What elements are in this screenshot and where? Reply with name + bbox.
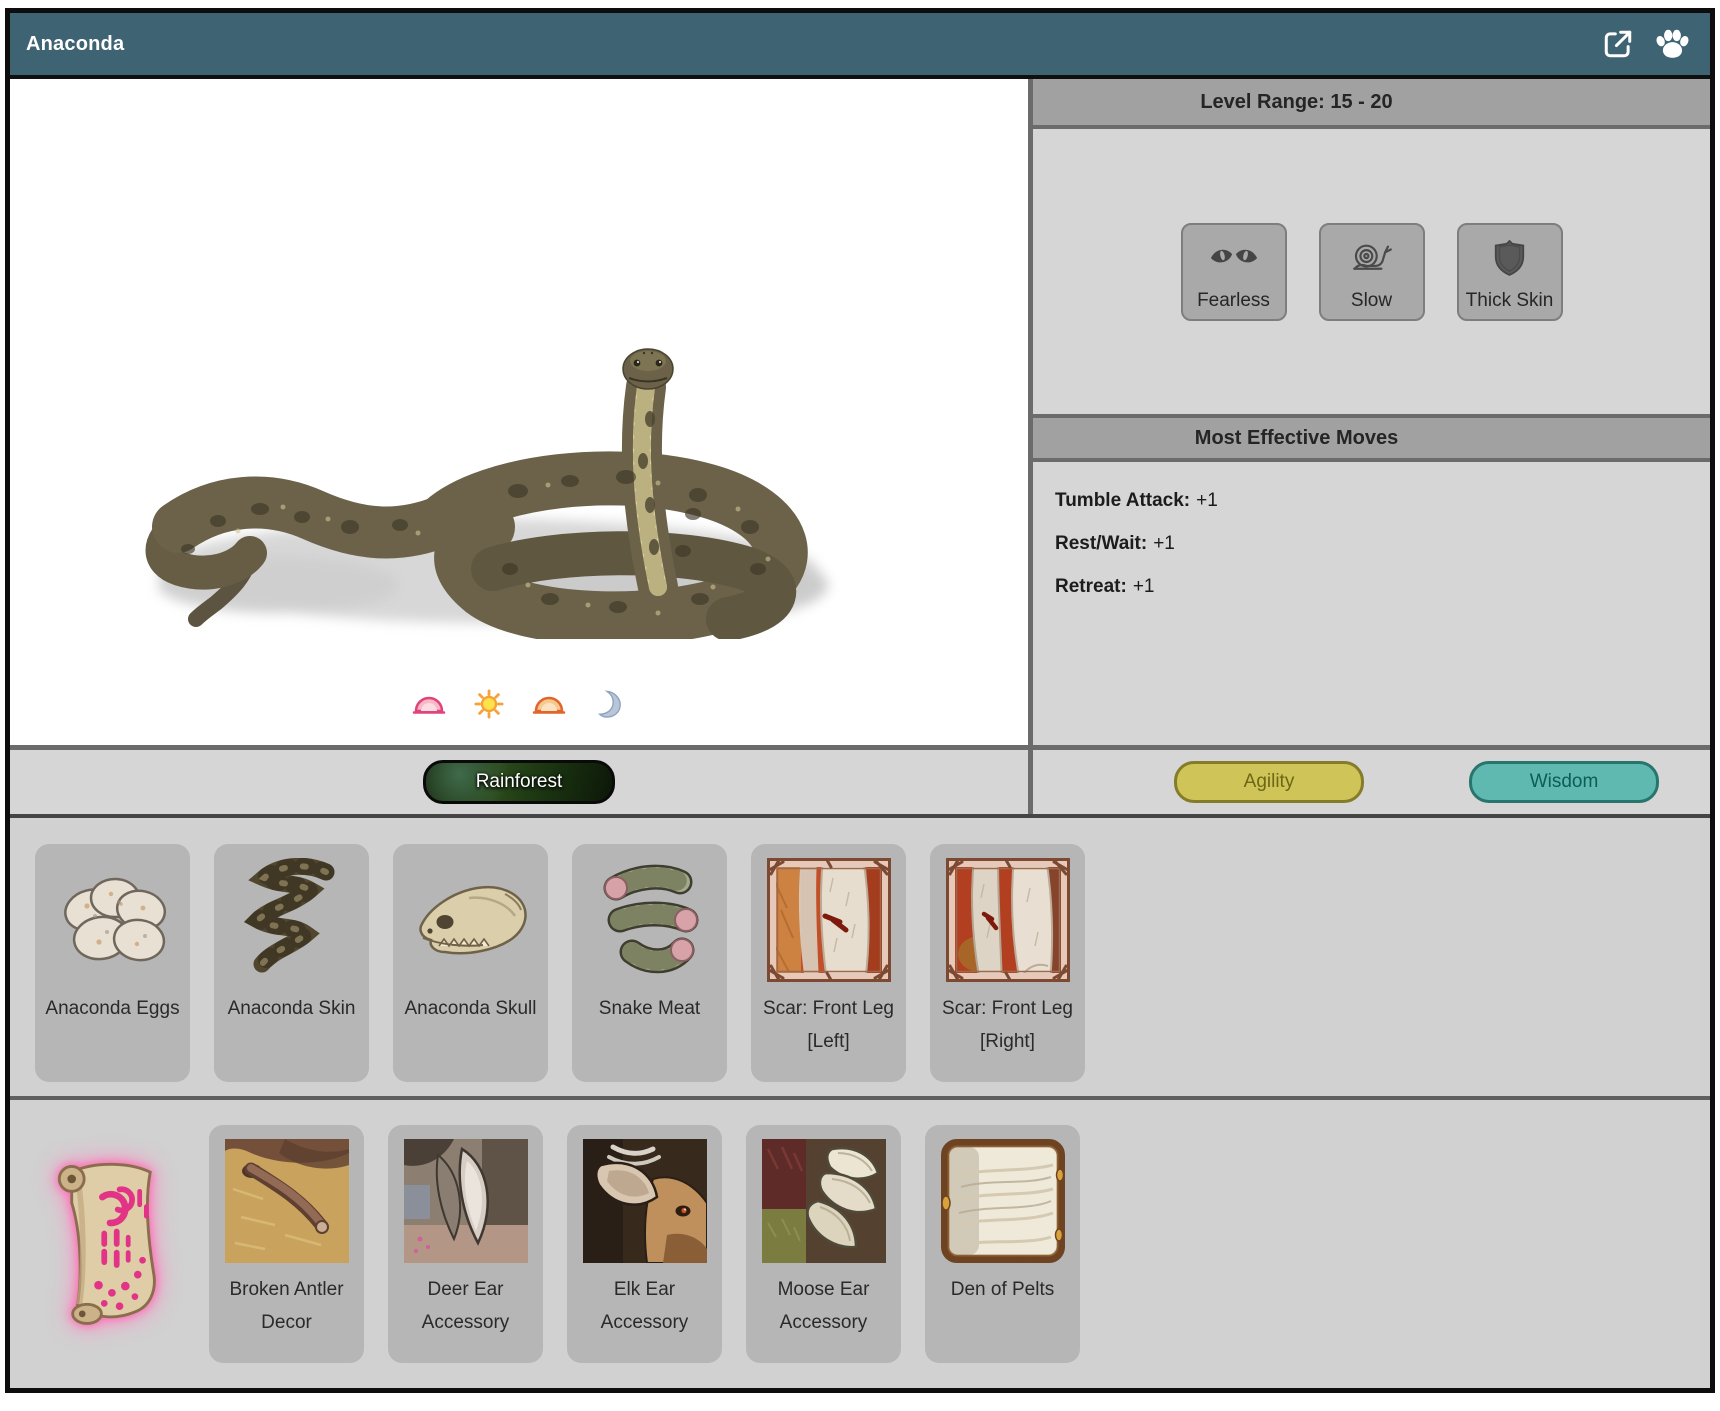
move-row: Rest/Wait: +1 — [1055, 533, 1690, 555]
page-title: Anaconda — [26, 33, 124, 56]
sunrise-icon — [412, 689, 446, 719]
drop-card-anaconda-skin[interactable]: Anaconda Skin — [214, 844, 369, 1082]
scar-front-leg-left-image — [766, 857, 892, 983]
trait-label: Slow — [1351, 290, 1392, 319]
stat-agility-button[interactable]: Agility — [1174, 761, 1364, 803]
snail-icon — [1350, 225, 1394, 290]
drop-label: Anaconda Skull — [399, 992, 542, 1025]
drop-card-scar-front-leg-left[interactable]: Scar: Front Leg [Left] — [751, 844, 906, 1082]
move-value: +1 — [1196, 490, 1218, 511]
unlock-label: Deer Ear Accessory — [394, 1273, 537, 1339]
stats-panel: Level Range: 15 - 20 Fearless — [1033, 79, 1710, 745]
stat-wisdom-button[interactable]: Wisdom — [1469, 761, 1659, 803]
unlock-label: Broken Antler Decor — [215, 1273, 358, 1339]
level-range-header: Level Range: 15 - 20 — [1033, 79, 1710, 129]
moose-ear-accessory-image — [761, 1138, 887, 1264]
top-grid: Level Range: 15 - 20 Fearless — [10, 79, 1710, 814]
move-value: +1 — [1133, 576, 1155, 597]
moves-list: Tumble Attack: +1 Rest/Wait: +1 Retreat: +1 — [1033, 462, 1710, 745]
recipe-scroll-wrap — [35, 1153, 185, 1335]
unlock-card-broken-antler-decor[interactable]: Broken Antler Decor — [209, 1125, 364, 1363]
active-times-row — [10, 689, 1028, 719]
anaconda-skull-image — [408, 857, 534, 983]
drop-label: Anaconda Eggs — [41, 992, 184, 1025]
den-of-pelts-image — [940, 1138, 1066, 1264]
move-row: Tumble Attack: +1 — [1055, 490, 1690, 512]
recipe-scroll-icon[interactable] — [43, 1153, 177, 1335]
move-name: Tumble Attack: — [1055, 490, 1190, 511]
anaconda-skin-image — [229, 857, 355, 983]
trait-label: Fearless — [1197, 290, 1270, 319]
broken-antler-decor-image — [224, 1138, 350, 1264]
unlock-card-deer-ear-accessory[interactable]: Deer Ear Accessory — [388, 1125, 543, 1363]
creature-info-page: Anaconda — [0, 0, 1720, 1411]
habitat-row: Rainforest — [10, 750, 1028, 814]
night-icon — [592, 689, 626, 719]
trait-fearless[interactable]: Fearless — [1181, 223, 1287, 321]
habitat-rainforest-button[interactable]: Rainforest — [423, 760, 615, 804]
drops-section: Anaconda Eggs Anaconda Skin — [10, 814, 1710, 1096]
drop-label: Scar: Front Leg [Right] — [936, 992, 1079, 1058]
paw-icon[interactable] — [1654, 27, 1690, 61]
drop-card-scar-front-leg-right[interactable]: Scar: Front Leg [Right] — [930, 844, 1085, 1082]
shield-icon — [1493, 225, 1526, 290]
day-icon — [472, 689, 506, 719]
cat-eyes-icon — [1209, 225, 1259, 290]
sunset-icon — [532, 689, 566, 719]
drop-card-anaconda-skull[interactable]: Anaconda Skull — [393, 844, 548, 1082]
unlock-card-den-of-pelts[interactable]: Den of Pelts — [925, 1125, 1080, 1363]
move-value: +1 — [1153, 533, 1175, 554]
anaconda-head — [623, 349, 673, 389]
move-name: Rest/Wait: — [1055, 533, 1147, 554]
anaconda-illustration — [98, 269, 858, 639]
trait-thick-skin[interactable]: Thick Skin — [1457, 223, 1563, 321]
elk-ear-accessory-image — [582, 1138, 708, 1264]
move-row: Retreat: +1 — [1055, 576, 1690, 598]
unlock-label: Elk Ear Accessory — [573, 1273, 716, 1339]
deer-ear-accessory-image — [403, 1138, 529, 1264]
creature-image-panel — [10, 79, 1028, 745]
traits-area: Fearless Slow — [1033, 129, 1710, 414]
scar-front-leg-right-image — [945, 857, 1071, 983]
anaconda-eggs-image — [50, 857, 176, 983]
unlock-label: Moose Ear Accessory — [752, 1273, 895, 1339]
drop-label: Snake Meat — [578, 992, 721, 1025]
unlock-label: Den of Pelts — [931, 1273, 1074, 1306]
drop-card-anaconda-eggs[interactable]: Anaconda Eggs — [35, 844, 190, 1082]
stat-buttons-row: Agility Wisdom — [1033, 750, 1710, 814]
unlock-card-elk-ear-accessory[interactable]: Elk Ear Accessory — [567, 1125, 722, 1363]
external-link-icon[interactable] — [1600, 27, 1636, 61]
window-frame: Anaconda — [5, 8, 1715, 1393]
moves-header: Most Effective Moves — [1033, 414, 1710, 462]
snake-meat-image — [587, 857, 713, 983]
unlock-card-moose-ear-accessory[interactable]: Moose Ear Accessory — [746, 1125, 901, 1363]
drop-label: Scar: Front Leg [Left] — [757, 992, 900, 1058]
drop-card-snake-meat[interactable]: Snake Meat — [572, 844, 727, 1082]
titlebar: Anaconda — [10, 13, 1710, 79]
move-name: Retreat: — [1055, 576, 1127, 597]
trait-slow[interactable]: Slow — [1319, 223, 1425, 321]
trait-label: Thick Skin — [1466, 290, 1554, 319]
unlocks-section: Broken Antler Decor Deer Ear Accessory — [10, 1096, 1710, 1388]
drop-label: Anaconda Skin — [220, 992, 363, 1025]
